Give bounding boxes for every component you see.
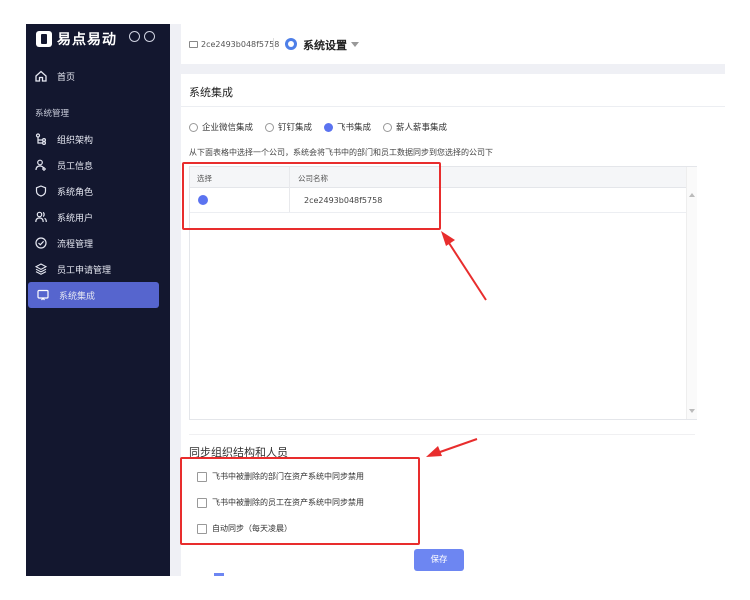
sidebar-item-label: 员工信息 bbox=[57, 161, 94, 172]
annotation-box-table bbox=[182, 162, 441, 230]
layers-icon bbox=[35, 263, 47, 275]
scroll-down-icon[interactable] bbox=[689, 409, 695, 413]
tab-label: 企业微信集成 bbox=[202, 123, 254, 133]
logo-icon bbox=[36, 31, 52, 47]
target-icon[interactable] bbox=[144, 31, 155, 42]
logo-text: 易点易动 bbox=[57, 32, 117, 48]
monitor-icon bbox=[189, 41, 198, 48]
divider bbox=[189, 434, 695, 435]
sidebar-item-employee[interactable]: 员工信息 bbox=[26, 152, 170, 178]
org-structure-icon bbox=[35, 133, 46, 145]
sidebar-item-label: 组织架构 bbox=[57, 135, 94, 146]
shield-icon bbox=[35, 185, 47, 197]
radio-button-selected[interactable] bbox=[324, 122, 334, 132]
tab-label: 薪人薪事集成 bbox=[396, 123, 448, 133]
sidebar-item-workflow[interactable]: 流程管理 bbox=[26, 230, 170, 256]
radio-button[interactable] bbox=[265, 122, 275, 132]
users-icon bbox=[35, 211, 47, 223]
radio-button[interactable] bbox=[189, 122, 198, 132]
sidebar-item-home[interactable]: 首页 bbox=[26, 63, 170, 89]
sidebar-item-integration[interactable]: 系统集成 bbox=[28, 282, 159, 308]
save-button[interactable]: 保存 bbox=[414, 549, 464, 571]
sidebar-item-role[interactable]: 系统角色 bbox=[26, 178, 170, 204]
device-id[interactable]: 2ce2493b048f5758 bbox=[189, 40, 279, 49]
device-id-text: 2ce2493b048f5758 bbox=[201, 40, 280, 49]
annotation-box-sync bbox=[180, 457, 420, 545]
tab-label: 钉钉集成 bbox=[278, 123, 313, 133]
sidebar: 易点易动 首页 系统管理 组织架构 员工信息 系统角色 系统用户 流程管理 员工… bbox=[26, 24, 170, 576]
tab-wecom[interactable]: 企业微信集成 bbox=[189, 121, 253, 133]
sidebar-item-org[interactable]: 组织架构 bbox=[26, 126, 170, 152]
page-title: 系统集成 bbox=[189, 86, 233, 99]
partial-element bbox=[214, 573, 224, 576]
divider bbox=[181, 106, 725, 107]
instruction-text: 从下面表格中选择一个公司，系统会将飞书中的部门和员工数据同步到您选择的公司下 bbox=[189, 148, 493, 157]
sidebar-item-label: 系统用户 bbox=[57, 213, 94, 224]
home-icon bbox=[35, 70, 47, 82]
header-divider bbox=[273, 38, 274, 50]
sidebar-item-label: 员工申请管理 bbox=[57, 265, 112, 276]
app-logo[interactable]: 易点易动 bbox=[36, 28, 117, 50]
table-scrollbar[interactable] bbox=[686, 167, 697, 419]
tab-feishu[interactable]: 飞书集成 bbox=[324, 121, 371, 133]
sidebar-item-label: 流程管理 bbox=[57, 239, 94, 250]
sidebar-item-label: 系统集成 bbox=[59, 291, 96, 302]
radio-button[interactable] bbox=[383, 122, 393, 132]
tab-dingtalk[interactable]: 钉钉集成 bbox=[265, 121, 312, 133]
sidebar-item-employee-request[interactable]: 员工申请管理 bbox=[26, 256, 170, 282]
sidebar-item-label: 首页 bbox=[57, 72, 76, 83]
integration-tabs: 企业微信集成 钉钉集成 飞书集成 薪人薪事集成 bbox=[189, 121, 459, 133]
top-header: 2ce2493b048f5758 系统设置 bbox=[181, 24, 725, 64]
chevron-down-icon[interactable] bbox=[351, 42, 359, 47]
check-circle-icon bbox=[35, 237, 47, 249]
tab-xinrenxinshi[interactable]: 薪人薪事集成 bbox=[383, 121, 447, 133]
scroll-up-icon[interactable] bbox=[689, 193, 695, 197]
sidebar-section-title: 系统管理 bbox=[35, 109, 70, 119]
screen-cast-icon bbox=[37, 289, 49, 301]
sidebar-item-label: 系统角色 bbox=[57, 187, 94, 198]
link-icon[interactable] bbox=[129, 31, 140, 42]
user-add-icon bbox=[35, 159, 46, 171]
header-title[interactable]: 系统设置 bbox=[303, 37, 347, 53]
gear-icon bbox=[285, 38, 297, 50]
sidebar-item-user[interactable]: 系统用户 bbox=[26, 204, 170, 230]
sidebar-top-icons bbox=[129, 31, 155, 42]
tab-label: 飞书集成 bbox=[337, 123, 372, 133]
